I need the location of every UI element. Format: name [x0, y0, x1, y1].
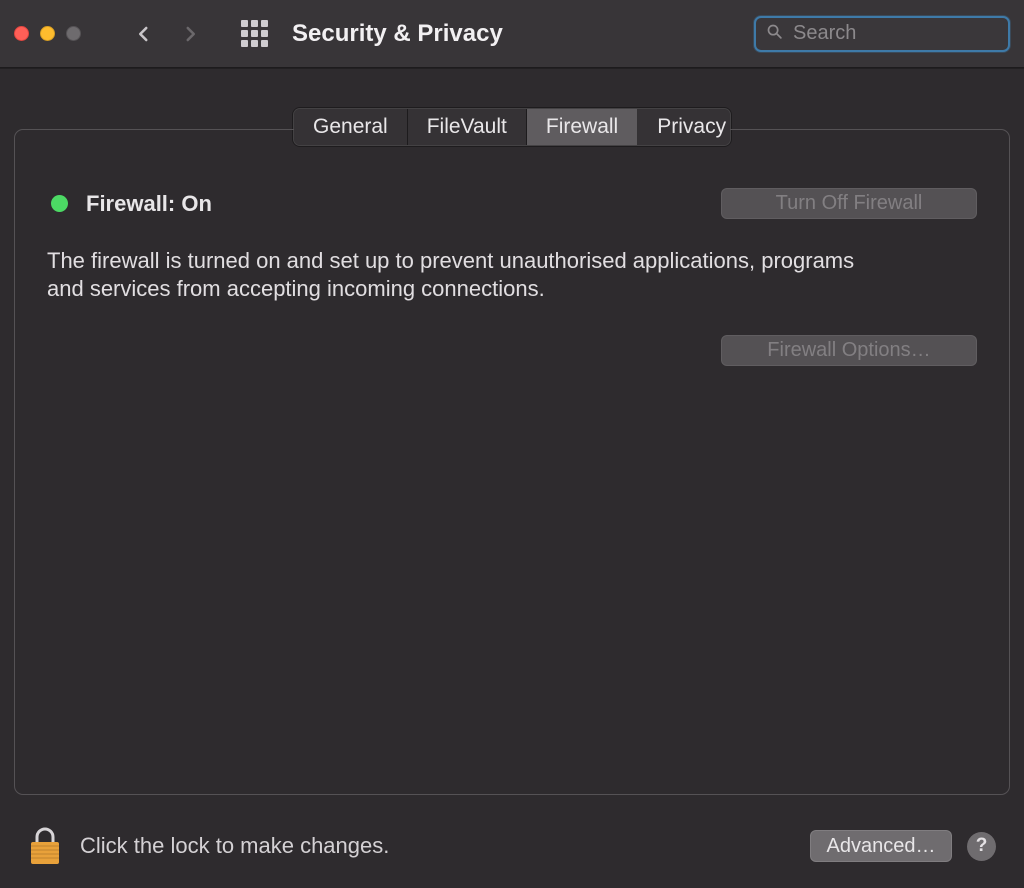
window-controls [14, 26, 81, 41]
minimize-window-button[interactable] [40, 26, 55, 41]
status-indicator-icon [51, 195, 68, 212]
tab-filevault[interactable]: FileVault [408, 109, 527, 145]
search-field[interactable] [754, 16, 1010, 52]
firewall-description: The firewall is turned on and set up to … [47, 247, 877, 303]
search-icon [766, 23, 783, 45]
search-input[interactable] [793, 22, 1024, 45]
close-window-button[interactable] [14, 26, 29, 41]
tab-bar: General FileVault Firewall Privacy [293, 108, 731, 146]
page-title: Security & Privacy [292, 20, 503, 48]
advanced-button[interactable]: Advanced… [810, 830, 952, 862]
firewall-status-row: Firewall: On Turn Off Firewall [47, 188, 977, 219]
back-button[interactable] [135, 25, 153, 43]
nav-arrows [135, 25, 199, 43]
show-all-prefs-button[interactable] [241, 20, 268, 47]
lock-hint-text: Click the lock to make changes. [80, 833, 389, 859]
titlebar: Security & Privacy [0, 0, 1024, 68]
zoom-window-button[interactable] [66, 26, 81, 41]
content: General FileVault Firewall Privacy Firew… [0, 68, 1024, 795]
tab-general[interactable]: General [294, 109, 408, 145]
turn-off-firewall-button[interactable]: Turn Off Firewall [721, 188, 977, 219]
help-button[interactable]: ? [967, 832, 996, 861]
firewall-status-label: Firewall: On [86, 191, 212, 217]
footer: Click the lock to make changes. Advanced… [0, 804, 1024, 888]
forward-button[interactable] [181, 25, 199, 43]
firewall-options-button[interactable]: Firewall Options… [721, 335, 977, 366]
tab-privacy[interactable]: Privacy [638, 109, 731, 145]
tab-firewall[interactable]: Firewall [527, 109, 638, 145]
firewall-panel: Firewall: On Turn Off Firewall The firew… [14, 129, 1010, 795]
lock-icon[interactable] [28, 826, 62, 866]
